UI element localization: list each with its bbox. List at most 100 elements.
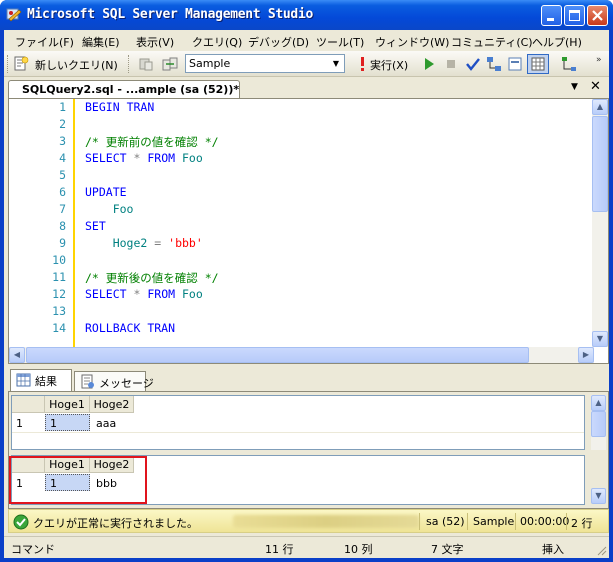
code-line: 13 (9, 304, 594, 321)
menu-window[interactable]: ウィンドウ(W) (375, 34, 449, 50)
success-check-icon (13, 514, 29, 530)
execute-button[interactable]: 実行(X) (370, 57, 408, 73)
editor-horizontal-scrollbar[interactable]: ◀ ▶ (9, 347, 594, 363)
minimize-button[interactable] (541, 5, 562, 26)
status-separator (515, 513, 516, 530)
close-document-icon[interactable]: ✕ (590, 79, 601, 94)
column-header[interactable]: Hoge2 (90, 396, 134, 413)
messages-icon (81, 374, 94, 389)
minimize-icon (547, 18, 554, 21)
code-text: Hoge2 = 'bbb' (112, 236, 203, 250)
scroll-down-arrow-icon[interactable]: ▼ (592, 331, 608, 347)
menu-bar: ファイル(F) 編集(E) 表示(V) クエリ(Q) デバッグ(D) ツール(T… (4, 30, 609, 51)
code-line: 6 UPDATE (9, 185, 594, 202)
tab-results-label: 結果 (35, 375, 57, 388)
column-header[interactable]: Hoge1 (45, 396, 90, 413)
code-line: 10 (9, 253, 594, 270)
menu-debug[interactable]: デバッグ(D) (248, 34, 309, 50)
redacted-server-name (233, 515, 419, 528)
code-line: 2 (9, 117, 594, 134)
line-number: 8 (59, 219, 66, 233)
maximize-icon (569, 10, 580, 21)
code-text: BEGIN TRAN (85, 100, 155, 114)
line-number: 2 (59, 117, 66, 131)
grid1-scroll-thumb[interactable] (591, 411, 606, 437)
menu-file[interactable]: ファイル(F) (15, 34, 74, 50)
code-line: 4 SELECT * FROM Foo (9, 151, 594, 168)
vertical-scroll-thumb[interactable] (592, 116, 608, 212)
resize-grip-icon[interactable] (595, 544, 607, 556)
include-plan-icon[interactable] (561, 56, 577, 72)
tab-messages[interactable]: メッセージ (74, 371, 154, 391)
standard-toolbar: 新しいクエリ(N) Sample ▼ 実行(X) » (4, 51, 609, 77)
results-to-grid-toggle[interactable] (527, 54, 549, 74)
status-database: Sample (473, 515, 515, 528)
document-tab-label: SQLQuery2.sql - ...ample (sa (52))* (22, 83, 240, 96)
grid-cell[interactable]: 1 (45, 414, 90, 431)
code-line: 7 Foo (9, 202, 594, 219)
code-comment: /* 更新後の値を確認 */ (85, 271, 219, 285)
horizontal-scroll-thumb[interactable] (26, 347, 529, 363)
menu-edit[interactable]: 編集(E) (82, 34, 120, 50)
status-separator (467, 513, 468, 530)
code-text: SELECT * FROM Foo (85, 287, 203, 301)
menu-query[interactable]: クエリ(Q) (192, 34, 242, 50)
menu-community[interactable]: コミュニティ(C) (451, 34, 533, 50)
scroll-down-arrow-icon[interactable]: ▼ (591, 488, 606, 504)
application-window: Microsoft SQL Server Management Studio フ… (0, 0, 613, 562)
close-window-button[interactable] (587, 5, 608, 26)
change-connection-icon[interactable] (162, 56, 178, 72)
grid-cell[interactable]: aaa (92, 415, 136, 432)
tab-list-dropdown-icon[interactable]: ▼ (571, 82, 578, 92)
code-line: 3 /* 更新前の値を確認 */ (9, 134, 594, 151)
stop-icon[interactable] (443, 56, 459, 72)
query-editor[interactable]: 1 BEGIN TRAN 2 3 /* 更新前の値を確認 */ 4 SELECT * … (8, 98, 609, 364)
chevron-down-icon: ▼ (332, 59, 340, 68)
line-number: 6 (59, 185, 66, 199)
menu-help[interactable]: ヘルプ(H) (532, 34, 582, 50)
query-status-bar: クエリが正常に実行されました。 sa (52) Sample 00:00:00 … (8, 509, 609, 533)
code-area[interactable]: 1 BEGIN TRAN 2 3 /* 更新前の値を確認 */ 4 SELECT * … (9, 99, 594, 347)
new-query-icon (14, 56, 29, 71)
execute-icon (361, 57, 364, 71)
new-query-button[interactable]: 新しいクエリ(N) (35, 57, 118, 73)
window-title: Microsoft SQL Server Management Studio (27, 7, 314, 22)
line-number: 14 (52, 321, 66, 335)
status-elapsed-time: 00:00:00 (520, 515, 570, 528)
close-icon (592, 10, 603, 21)
toolbar-grip-2[interactable] (128, 55, 131, 73)
toolbar-overflow-chevron-icon[interactable]: » (596, 55, 602, 65)
toolbar-grip[interactable] (7, 55, 10, 73)
scroll-up-arrow-icon[interactable]: ▲ (591, 395, 606, 411)
editor-vertical-scrollbar[interactable]: ▲ ▼ (592, 99, 608, 347)
application-status-bar: コマンド 11 行 10 列 7 文字 挿入 (4, 536, 609, 558)
title-bar[interactable]: Microsoft SQL Server Management Studio (0, 0, 613, 30)
connect-icon[interactable] (138, 56, 154, 72)
line-number: 7 (59, 202, 66, 216)
grid1-vertical-scrollbar[interactable]: ▲ (591, 395, 606, 450)
query-options-icon[interactable] (507, 56, 523, 72)
grid2-scroll-down[interactable]: ▼ (591, 486, 606, 505)
line-number: 9 (59, 236, 66, 250)
menu-view[interactable]: 表示(V) (136, 34, 174, 50)
status-mode: コマンド (11, 543, 55, 556)
code-text: UPDATE (85, 185, 127, 199)
menu-tools[interactable]: ツール(T) (316, 34, 364, 50)
database-select[interactable]: Sample ▼ (185, 54, 345, 73)
line-number: 13 (52, 304, 66, 318)
scroll-left-arrow-icon[interactable]: ◀ (9, 347, 25, 363)
scroll-right-arrow-icon[interactable]: ▶ (578, 347, 594, 363)
document-tab[interactable]: SQLQuery2.sql - ...ample (sa (52))* (8, 80, 240, 98)
status-chars: 7 文字 (431, 543, 464, 556)
status-separator (566, 513, 567, 530)
result-grid-1[interactable]: Hoge1 Hoge2 1 1 aaa (11, 395, 585, 450)
grid-corner (12, 396, 45, 413)
parse-checkmark-icon[interactable] (465, 56, 481, 72)
debug-play-icon[interactable] (421, 56, 437, 72)
maximize-button[interactable] (564, 5, 585, 26)
tab-results[interactable]: 結果 (10, 369, 72, 391)
row-number[interactable]: 1 (12, 415, 45, 432)
line-number: 11 (52, 270, 66, 284)
estimated-plan-icon[interactable] (486, 56, 502, 72)
scroll-up-arrow-icon[interactable]: ▲ (592, 99, 608, 115)
